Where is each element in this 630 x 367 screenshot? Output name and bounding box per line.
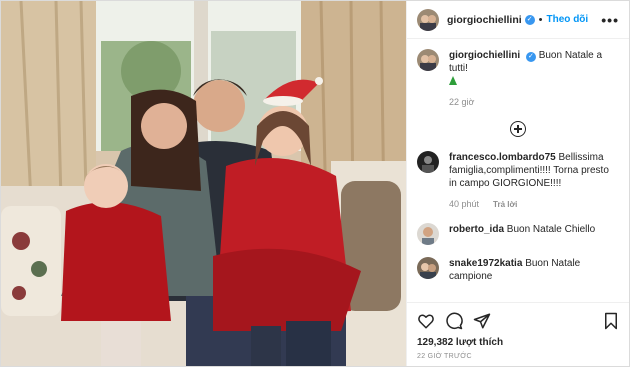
comment-item: roberto_ida Buon Natale Chiello: [417, 223, 619, 245]
add-comment-icon[interactable]: [510, 121, 526, 137]
verified-badge-icon: ✓: [524, 14, 535, 25]
follow-button[interactable]: Theo dõi: [547, 14, 589, 25]
comment-item: francesco.lombardo75 Bellissima famiglia…: [417, 151, 619, 211]
comment-icon[interactable]: [445, 312, 463, 330]
caption-avatar[interactable]: [417, 49, 439, 71]
comment-avatar[interactable]: [417, 151, 439, 173]
bookmark-icon[interactable]: [603, 312, 619, 330]
share-icon[interactable]: [473, 312, 491, 330]
comment-username[interactable]: roberto_ida: [449, 224, 504, 235]
verified-badge-icon: ✓: [525, 52, 536, 62]
comment-text: Buon Natale Chiello: [506, 224, 596, 235]
comments-list[interactable]: giorgiochiellini ✓ Buon Natale a tutti! …: [407, 39, 629, 302]
author-avatar[interactable]: [417, 8, 439, 31]
comment-avatar[interactable]: [417, 257, 439, 279]
reply-button[interactable]: Trả lời: [493, 198, 517, 211]
heart-icon[interactable]: [417, 312, 435, 330]
caption-time[interactable]: 22 giờ: [449, 96, 474, 109]
post-time[interactable]: 22 GIỜ TRƯỚC: [417, 353, 619, 360]
author-username[interactable]: giorgiochiellini: [447, 14, 522, 26]
caption: giorgiochiellini ✓ Buon Natale a tutti! …: [417, 49, 619, 109]
caption-username[interactable]: giorgiochiellini: [449, 50, 520, 61]
post-actions: 129,382 lượt thích 22 GIỜ TRƯỚC: [407, 302, 629, 366]
separator-dot: •: [538, 13, 543, 26]
comment-username[interactable]: snake1972katia: [449, 258, 522, 269]
family-photo: [1, 1, 406, 366]
post-photo[interactable]: [1, 1, 406, 366]
comment-avatar[interactable]: [417, 223, 439, 245]
instagram-post: giorgiochiellini ✓ • Theo dõi ••• giorgi…: [0, 0, 630, 367]
likes-count[interactable]: 129,382 lượt thích: [417, 337, 619, 348]
post-sidebar: giorgiochiellini ✓ • Theo dõi ••• giorgi…: [406, 1, 629, 366]
christmas-tree-icon: [449, 76, 457, 85]
comment-username[interactable]: francesco.lombardo75: [449, 152, 556, 163]
post-header: giorgiochiellini ✓ • Theo dõi •••: [407, 1, 629, 39]
comment-time[interactable]: 40 phút: [449, 198, 479, 211]
more-options-icon[interactable]: •••: [601, 12, 619, 28]
comment-item: snake1972katia Buon Natale campione: [417, 257, 619, 283]
